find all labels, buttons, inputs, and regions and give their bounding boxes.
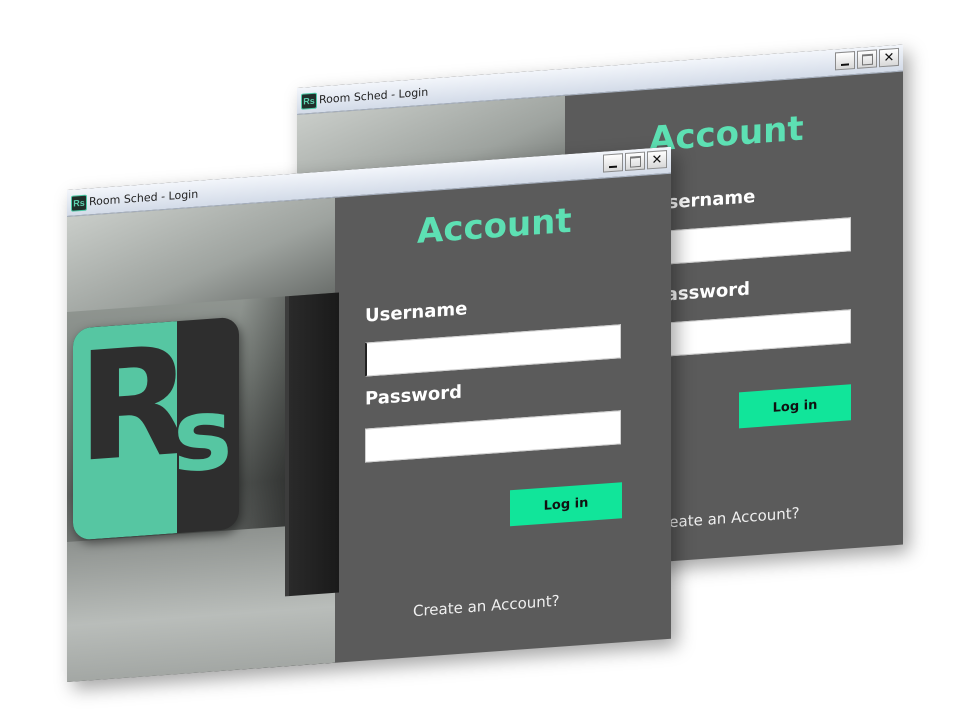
minimize-icon	[609, 165, 617, 169]
username-field[interactable]	[365, 324, 621, 377]
login-window-front: Rs Room Sched - Login ✕ R s Account User…	[67, 146, 671, 683]
app-icon: Rs	[301, 92, 317, 110]
photo-door	[285, 292, 339, 597]
password-label: Password	[365, 381, 463, 410]
hallway-photo: R s	[67, 197, 339, 682]
window-title: Room Sched - Login	[89, 187, 199, 209]
close-icon: ✕	[883, 49, 895, 66]
window-controls: ✕	[835, 47, 899, 71]
password-field[interactable]	[365, 410, 621, 463]
close-button[interactable]: ✕	[879, 47, 899, 68]
minimize-button[interactable]	[835, 51, 855, 71]
account-heading: Account	[649, 108, 804, 160]
close-icon: ✕	[651, 151, 663, 168]
create-account-link[interactable]: Create an Account?	[413, 592, 560, 621]
rs-logo: R s	[73, 316, 239, 541]
account-heading: Account	[417, 200, 572, 252]
scene: Rs Room Sched - Login ✕ Account Username…	[0, 0, 969, 720]
window-controls: ✕	[603, 149, 667, 173]
minimize-icon	[841, 63, 849, 67]
app-icon: Rs	[71, 194, 87, 212]
password-field[interactable]	[653, 309, 851, 358]
maximize-button[interactable]	[625, 151, 645, 172]
create-account-link[interactable]: Create an Account?	[653, 504, 800, 533]
maximize-icon	[629, 155, 641, 168]
close-button[interactable]: ✕	[647, 149, 667, 170]
window-title: Room Sched - Login	[319, 85, 429, 107]
username-label: Username	[365, 298, 468, 327]
minimize-button[interactable]	[603, 153, 623, 173]
logo-letter-s: s	[173, 374, 233, 496]
maximize-icon	[861, 53, 873, 66]
login-button[interactable]: Log in	[739, 384, 851, 429]
username-field[interactable]	[653, 217, 851, 266]
login-button[interactable]: Log in	[510, 482, 622, 527]
window-content: R s Account Username Password Log in Cre…	[67, 174, 671, 682]
maximize-button[interactable]	[857, 49, 877, 69]
